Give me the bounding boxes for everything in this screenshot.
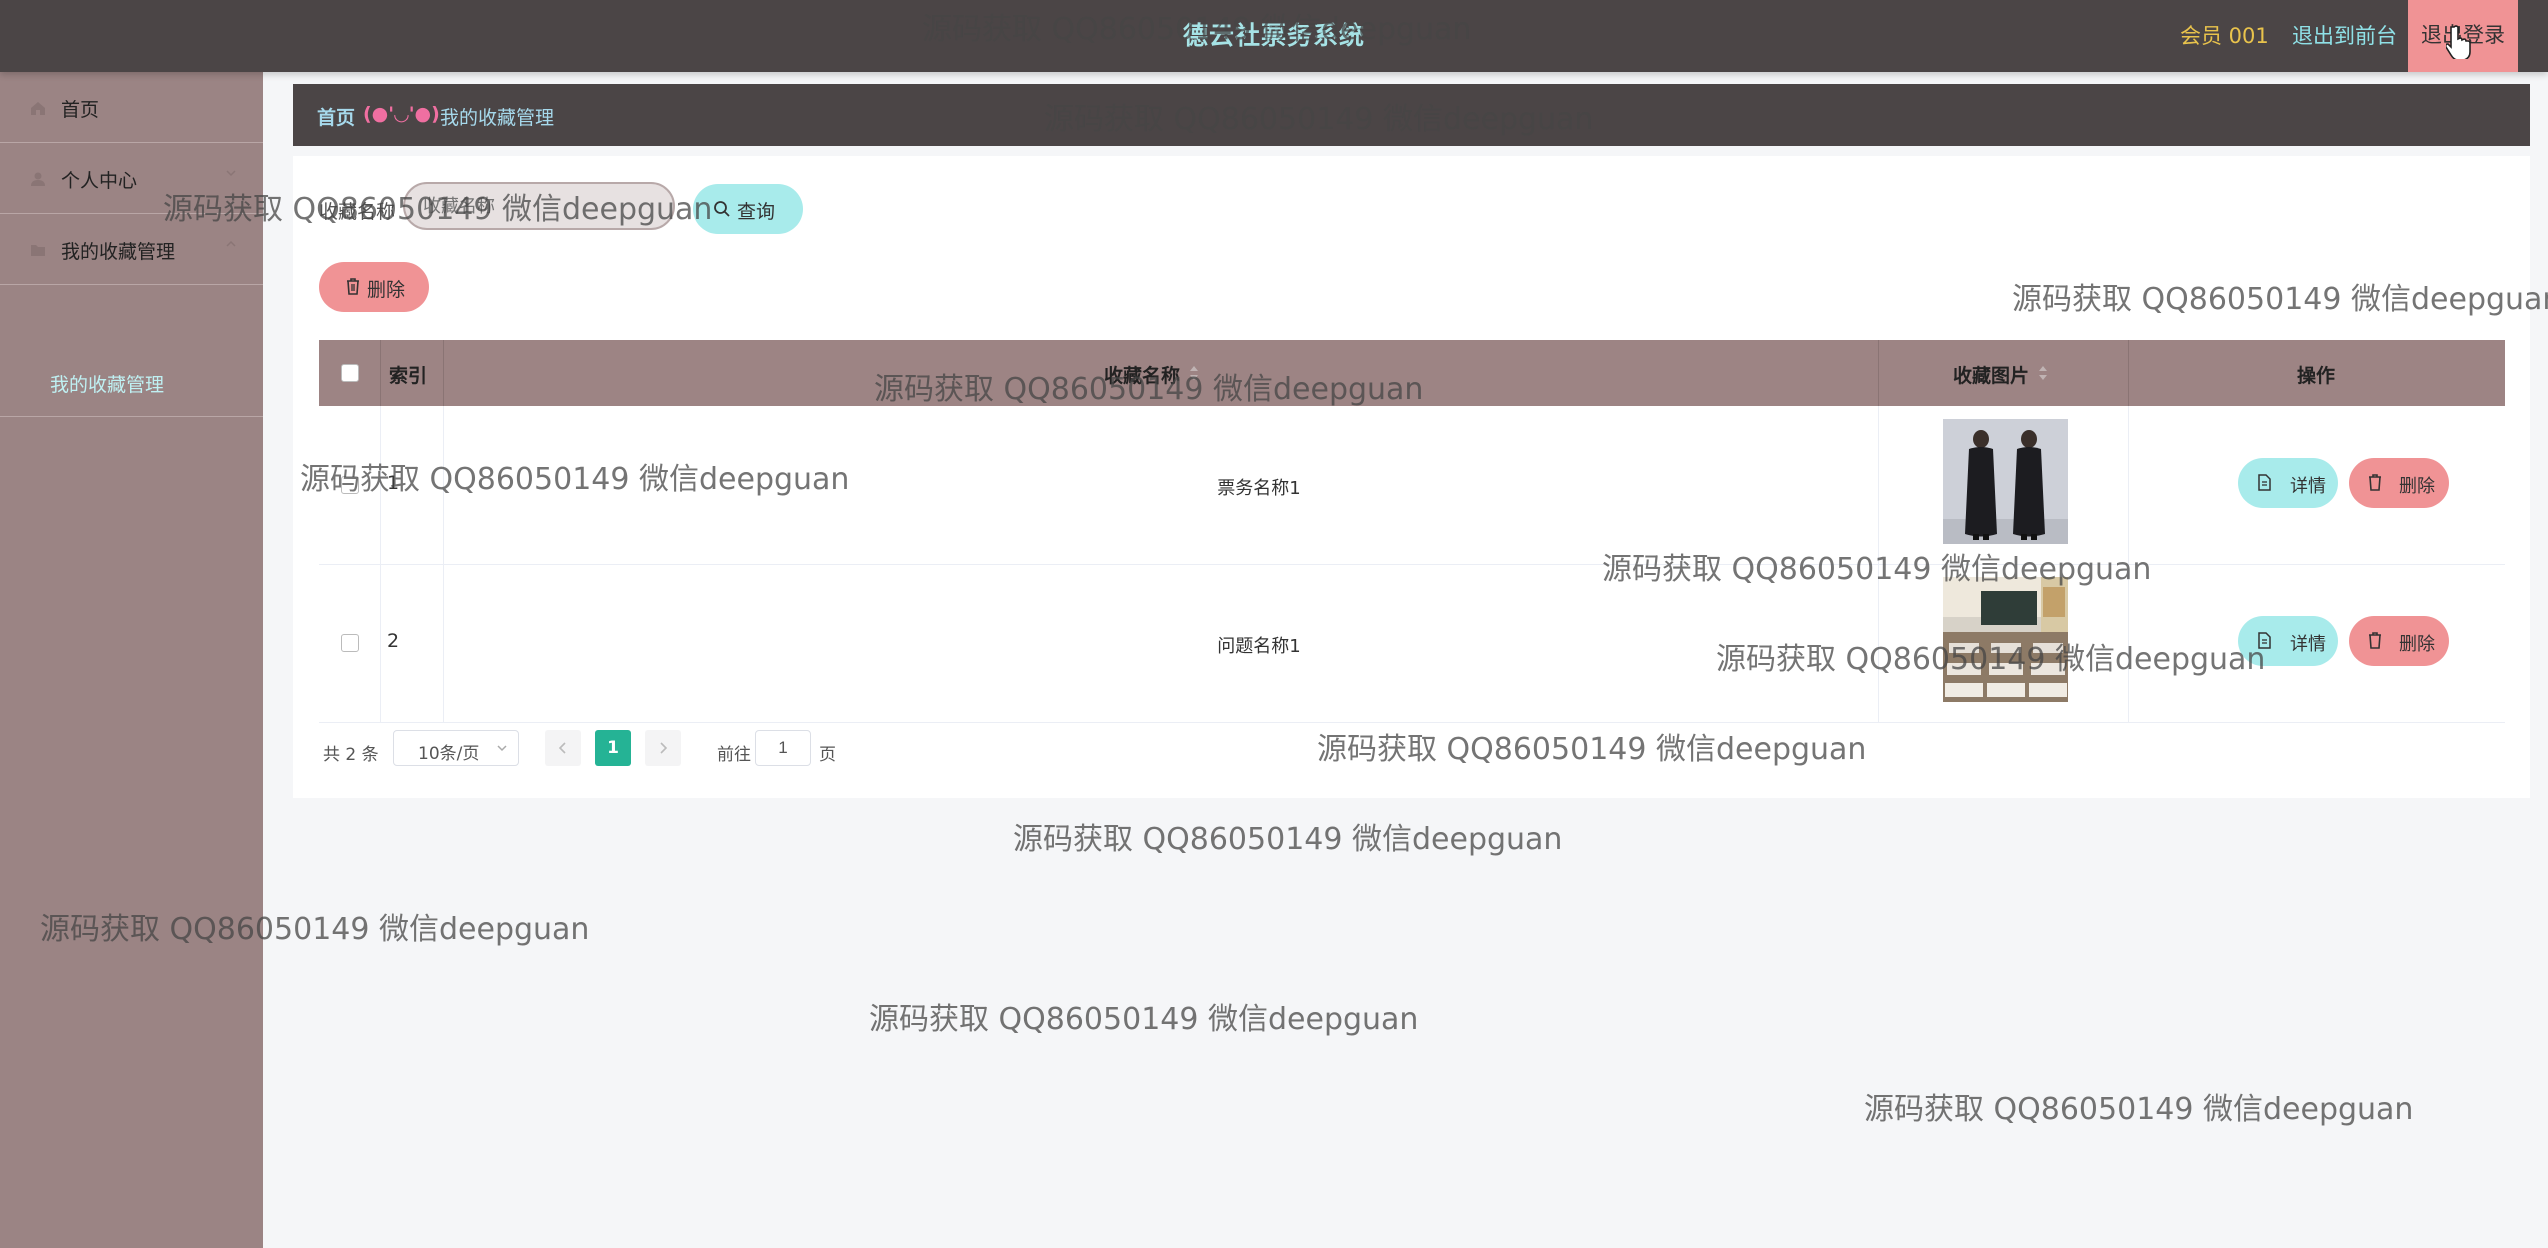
delete-button[interactable]: 删除 bbox=[2349, 458, 2449, 508]
row-checkbox[interactable] bbox=[341, 634, 359, 652]
pagination: 共 2 条 10条/页 1 前往 页 bbox=[319, 730, 919, 770]
chevron-up-icon bbox=[226, 240, 236, 247]
query-button-label: 查询 bbox=[737, 201, 776, 223]
document-icon bbox=[2258, 632, 2271, 649]
content-panel: 收藏名称 查询 删除 索引 收藏名称 收藏图片 bbox=[293, 156, 2530, 798]
column-favorite-name[interactable]: 收藏名称 bbox=[444, 340, 1818, 406]
row-favorite-name: 票务名称1 bbox=[1217, 478, 1301, 499]
home-icon bbox=[31, 102, 45, 115]
next-page-button[interactable] bbox=[645, 730, 681, 766]
document-icon bbox=[2258, 474, 2271, 491]
column-index: 索引 bbox=[389, 365, 428, 387]
top-header: 德云社票务系统 会员 001 退出到前台 退出登录 bbox=[0, 0, 2548, 72]
page-size-select[interactable]: 10条/页 bbox=[393, 730, 519, 766]
sidebar-item-personal-center[interactable]: 个人中心 bbox=[0, 143, 263, 214]
watermark-text: 源码获取 QQ86050149 微信deepguan bbox=[1013, 822, 1563, 857]
table-header: 索引 收藏名称 收藏图片 操作 bbox=[319, 340, 2505, 406]
sidebar-subitem-label: 我的收藏管理 bbox=[50, 374, 165, 396]
watermark-text: 源码获取 QQ86050149 微信deepguan bbox=[869, 1002, 1419, 1037]
chevron-left-icon bbox=[558, 742, 566, 754]
breadcrumb-current: 我的收藏管理 bbox=[440, 107, 555, 129]
detail-button[interactable]: 详情 bbox=[2238, 458, 2338, 508]
breadcrumb-home[interactable]: 首页 bbox=[317, 103, 355, 130]
page-size-value: 10条/页 bbox=[418, 744, 480, 764]
chevron-right-icon bbox=[660, 742, 668, 754]
sidebar-subitem-favorites-management[interactable]: 我的收藏管理 bbox=[0, 344, 263, 417]
delete-button-label: 删除 bbox=[2399, 476, 2435, 497]
detail-button-label: 详情 bbox=[2290, 634, 2326, 655]
sort-icon[interactable] bbox=[1188, 364, 1200, 382]
batch-delete-button[interactable]: 删除 bbox=[319, 262, 429, 312]
app-title: 德云社票务系统 bbox=[1182, 21, 1365, 50]
column-actions: 操作 bbox=[2297, 365, 2336, 387]
chevron-down-icon bbox=[226, 170, 236, 177]
sidebar-item-home[interactable]: 首页 bbox=[0, 72, 263, 143]
hand-cursor-icon bbox=[2446, 25, 2471, 59]
sidebar-item-label: 个人中心 bbox=[61, 170, 138, 192]
search-input[interactable] bbox=[403, 182, 675, 230]
trash-icon bbox=[2369, 632, 2381, 649]
favorite-thumbnail-image bbox=[1943, 577, 2068, 702]
delete-button[interactable]: 删除 bbox=[2349, 616, 2449, 666]
sort-icon[interactable] bbox=[2037, 364, 2049, 382]
prev-page-button[interactable] bbox=[545, 730, 581, 766]
goto-label: 前往 bbox=[717, 745, 751, 765]
search-icon bbox=[714, 201, 730, 217]
goto-page-input[interactable] bbox=[755, 730, 811, 766]
detail-button-label: 详情 bbox=[2290, 476, 2326, 497]
table-row: 2 问题名称1 详情 删除 bbox=[319, 564, 2505, 723]
row-index: 2 bbox=[387, 630, 400, 652]
delete-button-label: 删除 bbox=[2399, 634, 2435, 655]
row-favorite-name: 问题名称1 bbox=[1217, 636, 1301, 657]
column-favorite-image[interactable]: 收藏图片 bbox=[1879, 340, 2129, 406]
sidebar-item-favorites[interactable]: 我的收藏管理 bbox=[0, 214, 263, 285]
current-page-button[interactable]: 1 bbox=[595, 730, 631, 766]
row-checkbox[interactable] bbox=[341, 476, 359, 494]
trash-icon bbox=[2369, 474, 2381, 491]
trash-icon bbox=[347, 278, 359, 295]
breadcrumb-separator: (●'◡'●) bbox=[363, 103, 440, 125]
member-label[interactable]: 会员 001 bbox=[2180, 20, 2269, 50]
sidebar-item-label: 首页 bbox=[61, 99, 100, 121]
pagination-total: 共 2 条 bbox=[323, 745, 379, 765]
folder-icon bbox=[31, 245, 45, 256]
exit-to-front-link[interactable]: 退出到前台 bbox=[2292, 20, 2397, 50]
sidebar-item-label: 我的收藏管理 bbox=[61, 241, 176, 263]
page-unit-label: 页 bbox=[819, 745, 836, 765]
batch-delete-label: 删除 bbox=[367, 279, 406, 301]
user-icon bbox=[31, 172, 45, 186]
row-index: 1 bbox=[387, 472, 400, 494]
favorite-thumbnail-image bbox=[1943, 419, 2068, 544]
watermark-text: 源码获取 QQ86050149 微信deepguan bbox=[1864, 1092, 2414, 1127]
table-row: 1 票务名称1 详情 删除 bbox=[319, 406, 2505, 565]
detail-button[interactable]: 详情 bbox=[2238, 616, 2338, 666]
search-label: 收藏名称 bbox=[319, 201, 396, 223]
select-all-checkbox[interactable] bbox=[341, 364, 359, 382]
favorites-table: 索引 收藏名称 收藏图片 操作 1 票务名称1 详情 删除 2 问题名称1 详情… bbox=[319, 340, 2505, 728]
query-button[interactable]: 查询 bbox=[693, 184, 803, 234]
sidebar: 首页 个人中心 我的收藏管理 我的收藏管理 bbox=[0, 72, 263, 1248]
chevron-down-icon bbox=[497, 745, 507, 752]
breadcrumb: 首页 (●'◡'●) 我的收藏管理 bbox=[293, 84, 2530, 146]
